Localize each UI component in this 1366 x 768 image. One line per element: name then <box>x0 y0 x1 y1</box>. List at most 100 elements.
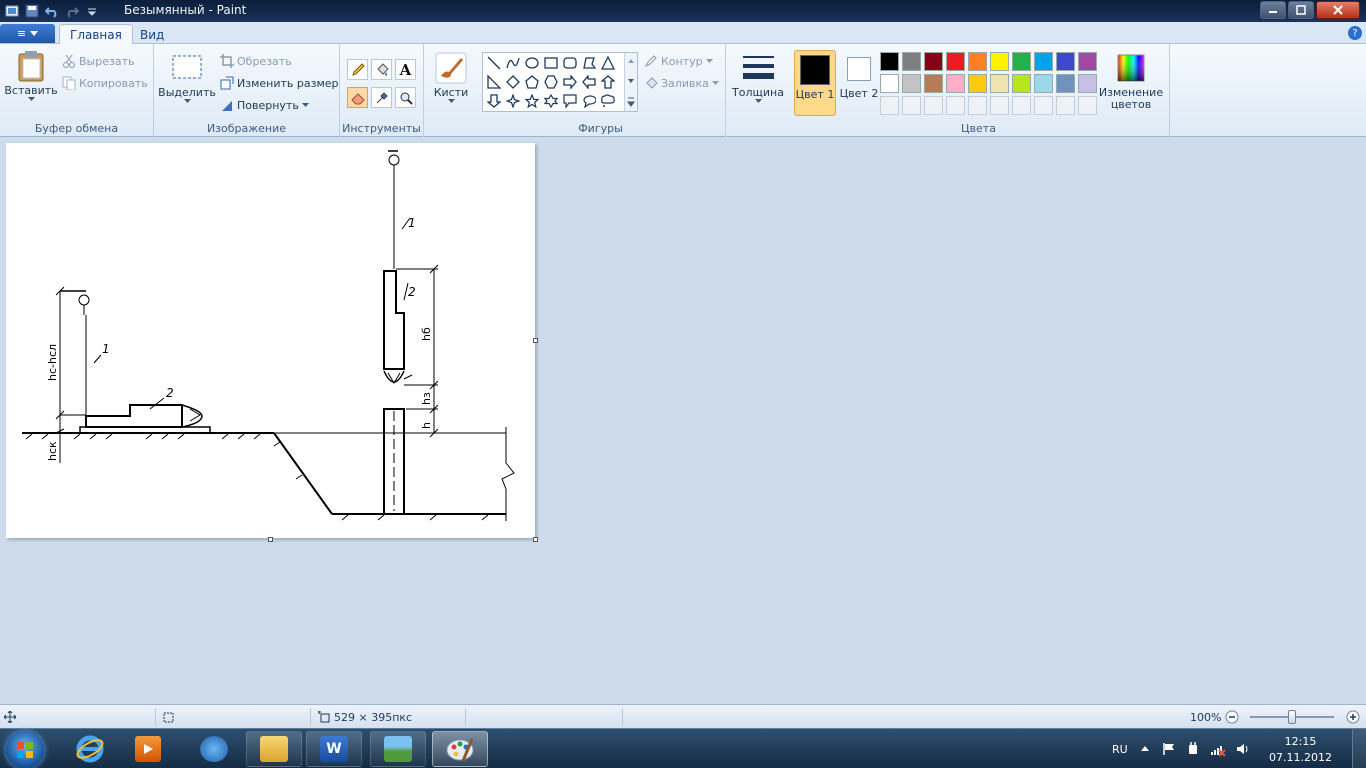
line-shape-icon[interactable] <box>485 54 503 72</box>
palette-swatch[interactable] <box>946 74 965 93</box>
palette-swatch[interactable] <box>924 52 943 71</box>
right-triangle-shape-icon[interactable] <box>485 73 503 91</box>
palette-swatch[interactable] <box>880 74 899 93</box>
diamond-shape-icon[interactable] <box>504 73 522 91</box>
tab-home[interactable]: Главная <box>59 24 133 45</box>
palette-empty-swatch[interactable] <box>880 96 899 115</box>
color1-button[interactable]: Цвет 1 <box>794 50 836 116</box>
oval-callout-icon[interactable] <box>580 92 598 110</box>
copy-button[interactable]: Копировать <box>62 76 148 90</box>
show-desktop-button[interactable] <box>1352 729 1366 768</box>
taskbar-app3[interactable] <box>186 731 242 767</box>
power-tray[interactable] <box>1186 729 1200 768</box>
polygon-shape-icon[interactable] <box>580 54 598 72</box>
palette-swatch[interactable] <box>946 52 965 71</box>
up-arrow-shape-icon[interactable] <box>599 73 617 91</box>
six-point-star-icon[interactable] <box>542 92 560 110</box>
palette-swatch[interactable] <box>1056 52 1075 71</box>
tab-view[interactable]: Вид <box>130 24 174 45</box>
zoom-slider-thumb[interactable] <box>1288 710 1296 724</box>
palette-swatch[interactable] <box>968 52 987 71</box>
save-icon[interactable] <box>24 3 40 19</box>
palette-swatch[interactable] <box>1078 74 1097 93</box>
help-icon[interactable]: ? <box>1348 26 1362 40</box>
palette-empty-swatch[interactable] <box>968 96 987 115</box>
taskbar-image-viewer[interactable] <box>370 731 426 767</box>
palette-swatch[interactable] <box>1034 52 1053 71</box>
palette-swatch[interactable] <box>902 74 921 93</box>
minimize-button[interactable] <box>1260 1 1286 19</box>
paste-button[interactable]: Вставить <box>4 50 58 101</box>
rounded-rect-shape-icon[interactable] <box>561 54 579 72</box>
palette-empty-swatch[interactable] <box>1034 96 1053 115</box>
taskbar-explorer[interactable] <box>246 731 302 767</box>
redo-icon[interactable] <box>64 3 80 19</box>
color2-button[interactable]: Цвет 2 <box>838 50 880 116</box>
shapes-scrollbar[interactable] <box>624 53 637 111</box>
palette-empty-swatch[interactable] <box>902 96 921 115</box>
curve-shape-icon[interactable] <box>504 54 522 72</box>
palette-swatch[interactable] <box>1078 52 1097 71</box>
five-point-star-icon[interactable] <box>523 92 541 110</box>
show-hidden-icons[interactable] <box>1140 729 1150 768</box>
palette-empty-swatch[interactable] <box>1012 96 1031 115</box>
palette-swatch[interactable] <box>1034 74 1053 93</box>
select-button[interactable]: Выделить <box>158 52 216 103</box>
right-arrow-shape-icon[interactable] <box>561 73 579 91</box>
edit-colors-button[interactable]: Изменение цветов <box>1098 52 1164 111</box>
app-icon[interactable] <box>4 3 20 19</box>
palette-swatch[interactable] <box>880 52 899 71</box>
text-icon[interactable]: A <box>395 59 416 80</box>
oval-shape-icon[interactable] <box>523 54 541 72</box>
start-button[interactable] <box>6 731 44 768</box>
action-center[interactable] <box>1162 729 1176 768</box>
customize-icon[interactable] <box>84 3 100 19</box>
resize-handle-corner[interactable] <box>533 537 538 542</box>
pentagon-shape-icon[interactable] <box>523 73 541 91</box>
palette-swatch[interactable] <box>968 74 987 93</box>
rotate-button[interactable]: Повернуть <box>220 98 309 112</box>
left-arrow-shape-icon[interactable] <box>580 73 598 91</box>
palette-empty-swatch[interactable] <box>924 96 943 115</box>
pencil-icon[interactable] <box>347 59 368 80</box>
volume-tray[interactable] <box>1236 729 1250 768</box>
color-picker-icon[interactable] <box>371 87 392 108</box>
palette-swatch[interactable] <box>902 52 921 71</box>
palette-swatch[interactable] <box>1012 52 1031 71</box>
four-point-star-icon[interactable] <box>504 92 522 110</box>
clock[interactable]: 12:15 07.11.2012 <box>1269 734 1332 766</box>
size-button[interactable]: Толщина <box>730 52 786 103</box>
taskbar-paint[interactable] <box>432 731 488 767</box>
rectangle-shape-icon[interactable] <box>542 54 560 72</box>
zoom-out-button[interactable] <box>1225 709 1239 725</box>
palette-empty-swatch[interactable] <box>946 96 965 115</box>
taskbar-ie[interactable] <box>62 731 118 767</box>
resize-handle-right[interactable] <box>533 338 538 343</box>
palette-empty-swatch[interactable] <box>990 96 1009 115</box>
taskbar-media-player[interactable] <box>120 731 176 767</box>
zoom-in-button[interactable] <box>1346 709 1360 725</box>
crop-button[interactable]: Обрезать <box>220 54 292 68</box>
cut-button[interactable]: Вырезать <box>62 54 134 68</box>
maximize-button[interactable] <box>1288 1 1314 19</box>
outline-button[interactable]: Контур <box>644 54 713 68</box>
close-button[interactable] <box>1316 1 1360 19</box>
app-menu-button[interactable]: ≡ <box>0 24 55 43</box>
taskbar-word[interactable]: W <box>306 731 362 767</box>
palette-empty-swatch[interactable] <box>1056 96 1075 115</box>
palette-swatch[interactable] <box>1012 74 1031 93</box>
brushes-button[interactable]: Кисти <box>428 52 474 103</box>
palette-swatch[interactable] <box>990 52 1009 71</box>
triangle-shape-icon[interactable] <box>599 54 617 72</box>
hexagon-shape-icon[interactable] <box>542 73 560 91</box>
undo-icon[interactable] <box>44 3 60 19</box>
fill-style-button[interactable]: Заливка <box>644 76 719 90</box>
drawing-canvas[interactable]: 1 2 1 2 hc-hсл hск hб hз h <box>6 143 535 538</box>
magnifier-icon[interactable] <box>395 87 416 108</box>
network-tray[interactable] <box>1210 729 1226 768</box>
palette-swatch[interactable] <box>1056 74 1075 93</box>
palette-swatch[interactable] <box>924 74 943 93</box>
cloud-callout-icon[interactable] <box>599 92 617 110</box>
resize-handle-bottom[interactable] <box>268 537 273 542</box>
resize-button[interactable]: Изменить размер <box>220 76 339 90</box>
